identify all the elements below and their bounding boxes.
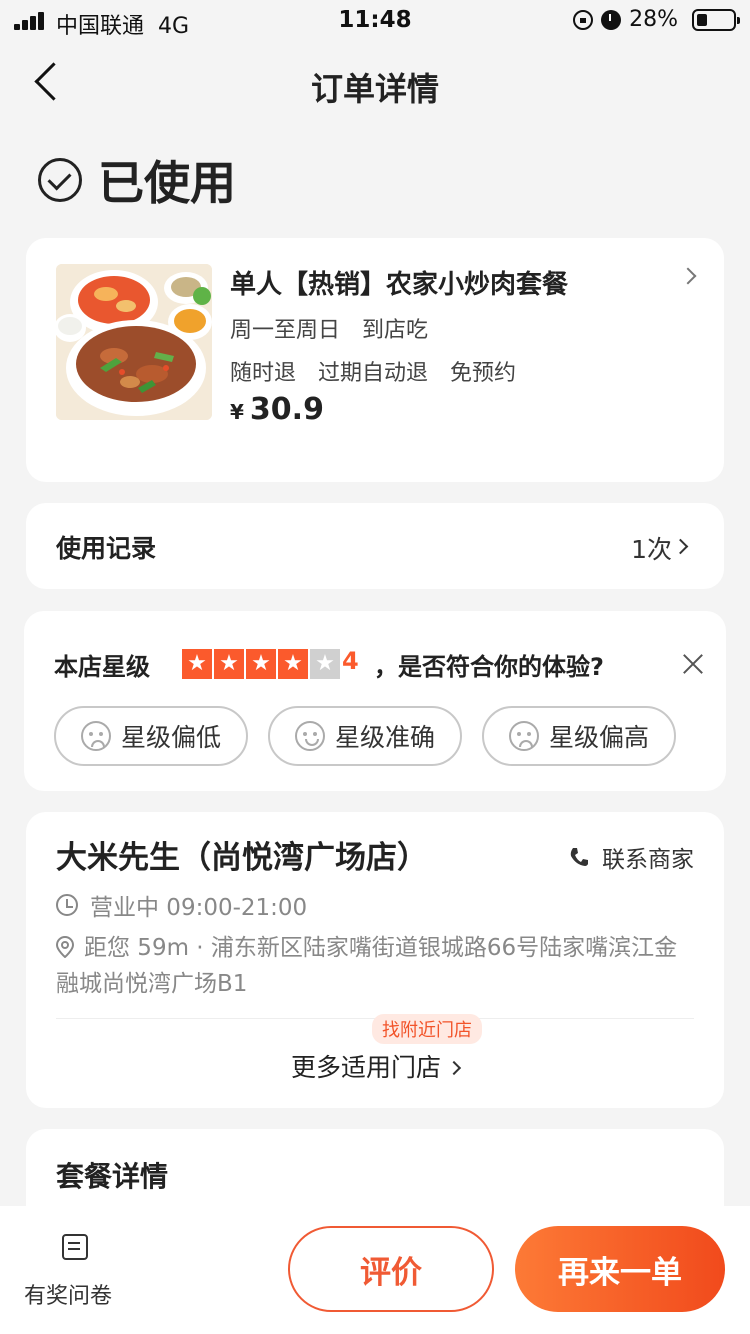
store-hours-text: 营业中 09:00-21:00 [90,895,308,921]
contact-merchant-button[interactable]: 联系商家 [568,840,694,874]
survey-label[interactable]: 有奖问卷 [24,1278,112,1310]
store-address-text: 距您 59m · 浦东新区陆家嘴街道银城路66号陆家嘴滨江金融城尚悦湾广场B1 [56,935,678,997]
more-stores-label: 更多适用门店 [290,1053,441,1082]
rating-option-label: 星级偏高 [548,723,649,752]
survey-icon[interactable] [62,1234,88,1260]
product-tag: 免预约 [450,361,517,386]
usage-record-label: 使用记录 [56,534,157,563]
star-filled-icon [214,649,244,679]
rating-score: 4 [342,647,359,675]
store-address[interactable]: 距您 59m · 浦东新区陆家嘴街道银城路66号陆家嘴滨江金融城尚悦湾广场B1 [55,930,696,1002]
rating-label: 本店星级 [54,653,150,681]
order-status: 已使用 [38,150,236,210]
rating-accurate-button[interactable]: 星级准确 [268,706,462,766]
product-tag: 过期自动退 [318,361,429,386]
price-value: 30.9 [249,392,324,427]
product-tag: 到店吃 [362,318,429,343]
product-tag: 周一至周日 [230,318,341,343]
star-filled-icon [246,649,276,679]
currency-symbol: ¥ [230,400,244,424]
product-tags-policy: 随时退 过期自动退 免预约 [230,355,516,387]
clock-icon [56,894,78,916]
rating-high-button[interactable]: 星级偏高 [482,706,676,766]
alarm-icon [601,9,622,30]
close-icon[interactable] [682,653,704,675]
store-card: 大米先生（尚悦湾广场店） 联系商家 营业中 09:00-21:00 距您 59m… [26,812,724,1108]
order-status-text: 已使用 [98,156,236,210]
chevron-right-icon [672,538,689,555]
more-stores-link[interactable]: 更多适用门店 [26,1048,724,1084]
product-name: 单人【热销】农家小炒肉套餐 [230,270,569,300]
chevron-right-icon [446,1060,462,1076]
product-card[interactable]: 单人【热销】农家小炒肉套餐 周一至周日 到店吃 随时退 过期自动退 免预约 ¥3… [26,238,724,482]
contact-merchant-label: 联系商家 [602,847,694,873]
sad-face-icon [80,721,111,751]
nav-bar: 订单详情 [0,44,750,124]
rating-option-label: 星级准确 [334,723,435,752]
review-button[interactable]: 评价 [288,1226,494,1312]
store-name: 大米先生（尚悦湾广场店） [56,840,428,876]
product-price: ¥30.9 [230,392,324,427]
check-circle-icon [38,158,82,202]
rotation-lock-icon [573,9,594,30]
usage-record-row[interactable]: 使用记录 1次 [26,503,724,589]
reorder-button[interactable]: 再来一单 [515,1226,725,1312]
battery-percent: 28% [629,7,678,32]
product-tag: 随时退 [230,361,297,386]
sad-face-icon [508,721,539,751]
product-image [56,264,212,420]
usage-count: 1次 [631,535,672,564]
star-filled-icon [278,649,308,679]
smile-face-icon [294,721,325,751]
nearby-store-tag[interactable]: 找附近门店 [372,1014,482,1044]
rating-feedback-card: 本店星级 4 ，是否符合你的体验? 星级偏低 星级准确 星级偏高 [24,611,726,791]
star-filled-icon [182,649,212,679]
rating-option-label: 星级偏低 [120,723,221,752]
location-pin-icon [55,933,75,959]
page-title: 订单详情 [310,70,439,108]
bottom-action-bar: 有奖问卷 评价 再来一单 [0,1206,750,1334]
star-rating [182,649,340,679]
phone-icon [568,846,590,868]
rating-low-button[interactable]: 星级偏低 [54,706,248,766]
product-tags-availability: 周一至周日 到店吃 [230,312,428,344]
rating-question: ，是否符合你的体验? [374,653,604,681]
star-empty-icon [310,649,340,679]
status-bar: 中国联通 4G 11:48 28% [0,0,750,44]
chevron-right-icon [679,267,697,285]
battery-icon [692,8,740,31]
package-details-title: 套餐详情 [56,1160,169,1193]
store-hours: 营业中 09:00-21:00 [56,888,307,922]
